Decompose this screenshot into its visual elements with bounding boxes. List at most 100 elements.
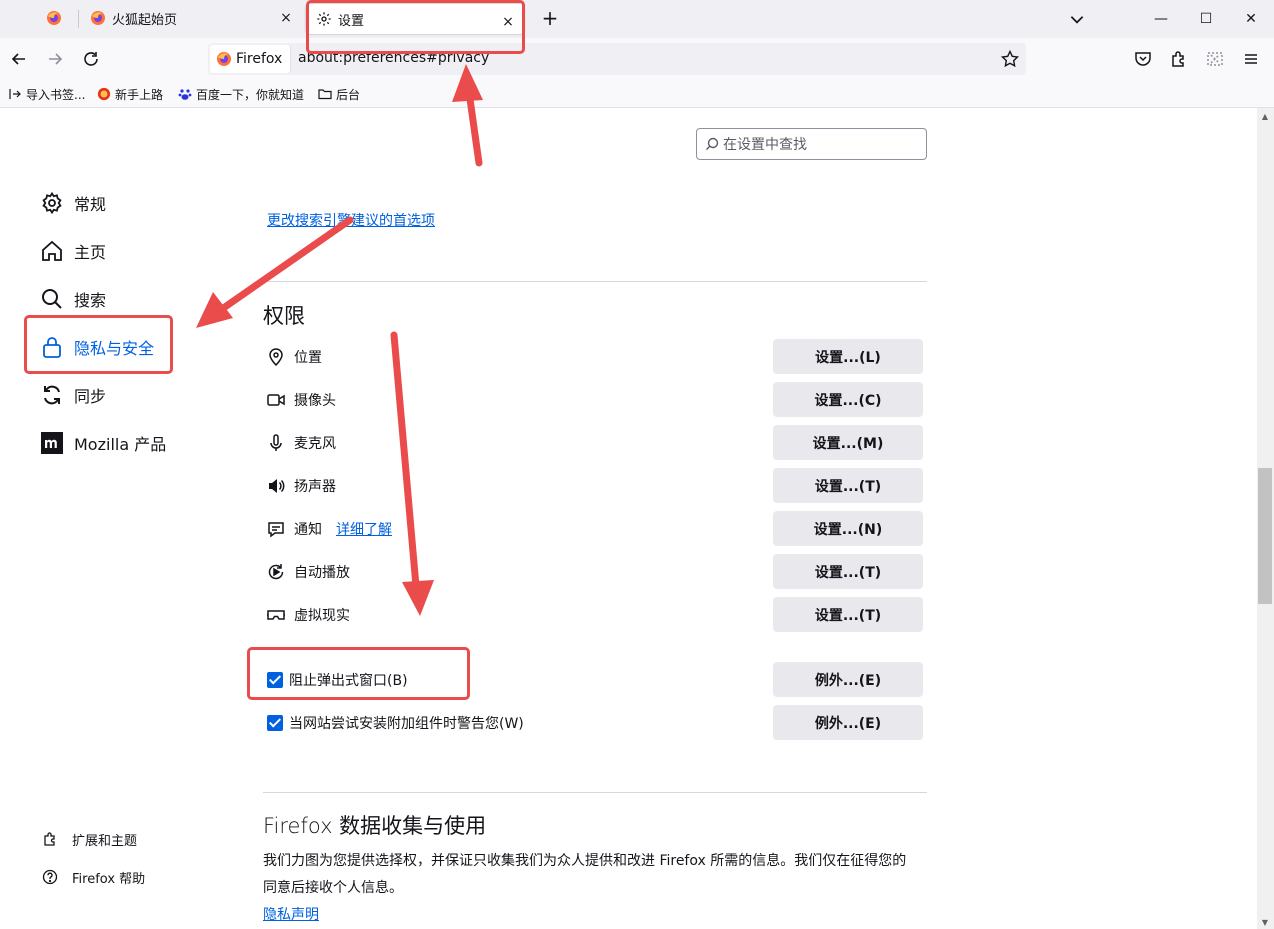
identity-label: Firefox — [236, 51, 283, 67]
permission-row-microphone: 麦克风 — [266, 425, 336, 461]
privacy-notice-link[interactable]: 隐私声明 — [263, 904, 319, 924]
popup-exceptions-button[interactable]: 例外...(E) — [773, 662, 923, 697]
sidebar-item-search[interactable]: 搜索 — [40, 284, 106, 314]
data-collection-heading: Firefox 数据收集与使用 — [263, 814, 487, 838]
gear-icon — [42, 191, 62, 215]
tab-title: 火狐起始页 — [112, 12, 178, 28]
home-icon — [42, 240, 62, 261]
bookmark-label: 后台 — [336, 87, 361, 102]
tab-strip: 火狐起始页 × 设置 × + — ☐ ✕ — [0, 0, 1274, 38]
divider — [263, 792, 927, 793]
tab-pinned-firefox[interactable] — [36, 0, 74, 36]
bookmark-item[interactable]: 百度一下，你就知道 — [178, 85, 304, 103]
lock-icon — [43, 337, 61, 358]
autoplay-settings-button[interactable]: 设置...(T) — [773, 554, 923, 589]
tab-separator — [78, 10, 79, 28]
permission-label: 位置 — [294, 350, 322, 366]
camera-settings-button[interactable]: 设置...(C) — [773, 382, 923, 417]
checkbox-label: 阻止弹出式窗口(B) — [289, 673, 408, 689]
sidebar-item-mozilla[interactable]: Mozilla 产品 — [40, 428, 166, 458]
puzzle-icon — [44, 832, 55, 846]
mozilla-icon — [41, 432, 63, 454]
scroll-up-icon[interactable]: ▲ — [1260, 112, 1270, 121]
back-icon[interactable] — [9, 49, 29, 69]
menu-icon[interactable] — [1241, 49, 1261, 69]
sidebar-footer-addons[interactable]: 扩展和主题 — [42, 829, 137, 849]
minimize-button[interactable]: — — [1150, 8, 1172, 30]
extensions-icon[interactable] — [1169, 49, 1189, 69]
forward-icon[interactable] — [45, 49, 65, 69]
reload-icon[interactable] — [81, 49, 101, 69]
close-window-button[interactable]: ✕ — [1240, 8, 1262, 30]
firefox-icon — [91, 11, 105, 25]
notification-icon — [268, 522, 284, 538]
nav-bar: Firefox about:preferences#privacy — [0, 38, 1274, 80]
identity-box[interactable]: Firefox — [210, 45, 292, 73]
url-bar[interactable]: Firefox about:preferences#privacy — [208, 43, 1026, 75]
location-settings-button[interactable]: 设置...(L) — [773, 339, 923, 374]
divider — [263, 281, 927, 282]
footer-label: 扩展和主题 — [72, 833, 138, 849]
sidebar-footer-help[interactable]: Firefox 帮助 — [42, 867, 145, 887]
block-popups-checkbox[interactable]: 阻止弹出式窗口(B) — [267, 670, 408, 690]
bookmark-label: 导入书签... — [26, 87, 86, 102]
close-tab-icon[interactable]: × — [500, 14, 516, 30]
checkbox-label: 当网站尝试安装附加组件时警告您(W) — [289, 716, 524, 732]
scroll-down-icon[interactable]: ▼ — [1260, 918, 1270, 927]
bookmark-star-icon[interactable] — [1000, 49, 1020, 69]
new-tab-button[interactable]: + — [540, 8, 560, 29]
chevron-down-icon[interactable] — [1068, 10, 1086, 28]
firefox-icon — [217, 52, 231, 66]
maximize-button[interactable]: ☐ — [1195, 8, 1217, 30]
data-collection-description: 我们力图为您提供选择权，并保证只收集我们为众人提供和改进 Firefox 所需的… — [263, 853, 907, 896]
addon-exceptions-button[interactable]: 例外...(E) — [773, 705, 923, 740]
microphone-settings-button[interactable]: 设置...(M) — [773, 425, 923, 460]
permissions-heading: 权限 — [263, 304, 305, 328]
notifications-settings-button[interactable]: 设置...(N) — [773, 511, 923, 546]
gear-icon — [317, 12, 331, 26]
tab-title: 设置 — [338, 13, 365, 29]
screenshot-icon[interactable] — [1205, 49, 1225, 69]
warn-addons-checkbox[interactable]: 当网站尝试安装附加组件时警告您(W) — [267, 713, 524, 733]
sidebar-item-label: 搜索 — [74, 291, 107, 310]
folder-icon — [318, 89, 332, 100]
url-text[interactable]: about:preferences#privacy — [298, 50, 489, 66]
permission-label: 扬声器 — [294, 479, 336, 495]
settings-search-input[interactable]: 在设置中查找 — [696, 128, 927, 160]
pocket-icon[interactable] — [1133, 49, 1153, 69]
change-search-suggestions-link[interactable]: 更改搜索引擎建议的首选项 — [267, 210, 435, 230]
location-icon — [269, 348, 283, 367]
bookmark-label: 新手上路 — [115, 87, 164, 102]
permission-label: 麦克风 — [294, 436, 336, 452]
bookmarks-toolbar: 导入书签... 新手上路 百度一下，你就知道 后台 — [0, 80, 1274, 108]
permission-row-speaker: 扬声器 — [266, 468, 336, 504]
bookmark-item[interactable]: 后台 — [318, 85, 360, 103]
tab-settings[interactable]: 设置 × — [306, 4, 524, 34]
firefox-icon — [97, 87, 111, 101]
checkbox-checked[interactable] — [267, 715, 283, 731]
tab-firefox-home[interactable]: 火狐起始页 × — [80, 0, 302, 36]
sidebar-item-home[interactable]: 主页 — [40, 236, 106, 266]
permission-label: 虚拟现实 — [294, 608, 350, 624]
checkbox-checked[interactable] — [267, 672, 283, 688]
bookmark-item[interactable]: 新手上路 — [97, 85, 163, 103]
sidebar-item-privacy[interactable]: 隐私与安全 — [40, 332, 154, 362]
permission-row-camera: 摄像头 — [266, 382, 336, 418]
sync-icon — [44, 385, 60, 405]
speaker-icon — [269, 479, 285, 493]
permission-label: 自动播放 — [294, 565, 350, 581]
bookmark-item[interactable]: 导入书签... — [8, 85, 85, 103]
microphone-icon — [270, 434, 282, 451]
permission-label: 摄像头 — [294, 393, 336, 409]
sidebar-item-sync[interactable]: 同步 — [40, 380, 106, 410]
scrollbar-thumb[interactable] — [1258, 468, 1272, 604]
bookmark-label: 百度一下，你就知道 — [196, 87, 305, 102]
search-icon — [42, 289, 62, 309]
import-icon — [9, 89, 21, 99]
learn-more-link[interactable]: 详细了解 — [336, 519, 392, 539]
close-tab-icon[interactable]: × — [278, 10, 294, 26]
vr-settings-button[interactable]: 设置...(T) — [773, 597, 923, 632]
permission-row-notifications: 通知 详细了解 — [266, 511, 392, 547]
speaker-settings-button[interactable]: 设置...(T) — [773, 468, 923, 503]
sidebar-item-general[interactable]: 常规 — [40, 188, 106, 218]
